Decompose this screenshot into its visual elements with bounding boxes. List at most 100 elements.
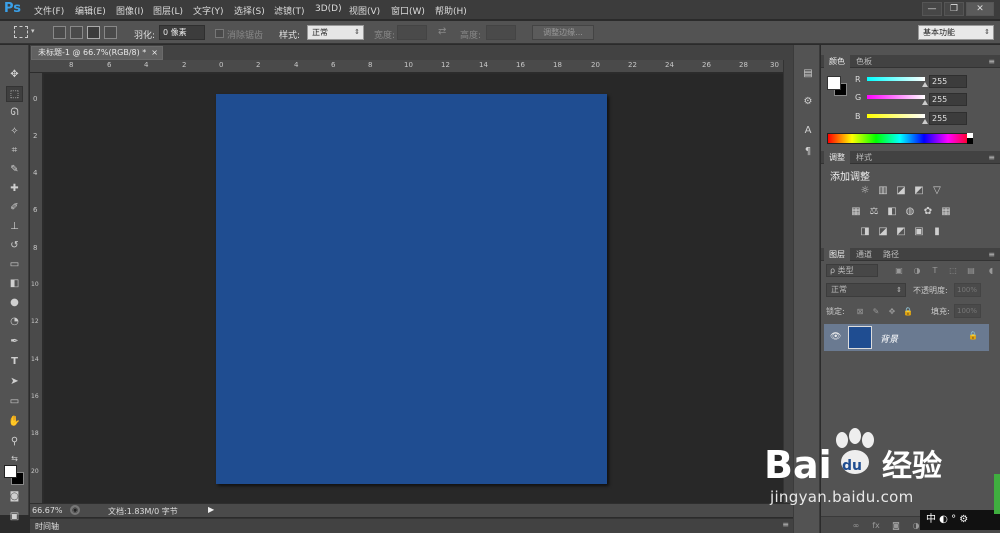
- eraser-tool-icon[interactable]: ▭: [6, 257, 23, 273]
- blue-slider[interactable]: [867, 114, 925, 118]
- blue-value-input[interactable]: 255: [929, 112, 967, 125]
- invert-icon[interactable]: ◨: [859, 226, 871, 238]
- panel-menu-icon[interactable]: ≡: [983, 55, 1000, 68]
- layer-row-background[interactable]: 👁 背景 🔒: [824, 324, 989, 351]
- marquee-tool-icon[interactable]: ⬚: [6, 86, 23, 102]
- red-value-input[interactable]: 255: [929, 75, 967, 88]
- curves-icon[interactable]: ◪: [895, 185, 907, 197]
- link-layers-icon[interactable]: ∞: [851, 521, 861, 531]
- width-input[interactable]: [397, 25, 427, 40]
- layer-name[interactable]: 背景: [880, 332, 898, 345]
- history-panel-icon[interactable]: ▤: [801, 67, 815, 81]
- color-lookup-icon[interactable]: ▦: [940, 206, 952, 218]
- red-slider-knob[interactable]: [922, 82, 928, 87]
- tab-layers[interactable]: 图层: [824, 248, 850, 261]
- menu-3d[interactable]: 3D(D): [315, 4, 342, 14]
- spectrum-black-chip[interactable]: [967, 138, 973, 144]
- channel-mixer-icon[interactable]: ✿: [922, 206, 934, 218]
- style-select[interactable]: 正常 ⇕: [307, 25, 364, 40]
- green-value-input[interactable]: 255: [929, 93, 967, 106]
- feather-input[interactable]: 0 像素: [159, 25, 205, 40]
- properties-panel-icon[interactable]: ⚙: [801, 95, 815, 109]
- blue-slider-knob[interactable]: [922, 119, 928, 124]
- threshold-icon[interactable]: ◩: [895, 226, 907, 238]
- filter-type-icon[interactable]: T: [930, 266, 940, 276]
- tool-preset-arrow-icon[interactable]: ▾: [31, 27, 35, 35]
- panel-menu-icon[interactable]: ≡: [983, 248, 1000, 261]
- lock-transparent-icon[interactable]: ⊠: [855, 307, 865, 317]
- ime-status-bar[interactable]: 中 ◐ ° ⚙: [920, 510, 1000, 530]
- layer-style-icon[interactable]: fx: [871, 521, 881, 531]
- filter-shape-icon[interactable]: ⬚: [948, 266, 958, 276]
- menu-file[interactable]: 文件(F): [34, 4, 64, 17]
- dodge-tool-icon[interactable]: ◔: [6, 314, 23, 330]
- visibility-eye-icon[interactable]: 👁: [830, 332, 841, 342]
- brush-tool-icon[interactable]: ✐: [6, 200, 23, 216]
- lock-position-icon[interactable]: ✥: [887, 307, 897, 317]
- quick-mask-icon[interactable]: ◙: [6, 489, 23, 505]
- tab-channels[interactable]: 通道: [851, 248, 877, 261]
- menu-type[interactable]: 文字(Y): [193, 4, 224, 17]
- menu-view[interactable]: 视图(V): [349, 4, 380, 17]
- magic-wand-tool-icon[interactable]: ✧: [6, 124, 23, 140]
- lock-all-icon[interactable]: 🔒: [903, 307, 913, 317]
- healing-brush-tool-icon[interactable]: ✚: [6, 181, 23, 197]
- marquee-tool-icon[interactable]: [14, 26, 28, 38]
- refine-edge-button[interactable]: 调整边缘...: [532, 25, 594, 40]
- tab-paths[interactable]: 路径: [878, 248, 904, 261]
- levels-icon[interactable]: ▥: [877, 185, 889, 197]
- black-white-icon[interactable]: ◧: [886, 206, 898, 218]
- restore-button[interactable]: ❐: [944, 2, 964, 16]
- red-slider[interactable]: [867, 77, 925, 81]
- pen-tool-icon[interactable]: ✒: [6, 334, 23, 350]
- color-balance-icon[interactable]: ⚖: [868, 206, 880, 218]
- menu-window[interactable]: 窗口(W): [391, 4, 425, 17]
- close-button[interactable]: ✕: [966, 2, 994, 16]
- document-canvas[interactable]: [216, 94, 607, 484]
- filter-toggle-icon[interactable]: ◖: [986, 266, 996, 276]
- screen-mode-icon[interactable]: ▣: [6, 509, 23, 525]
- menu-select[interactable]: 选择(S): [234, 4, 265, 17]
- new-selection-icon[interactable]: [53, 26, 66, 39]
- filter-smart-icon[interactable]: ▤: [966, 266, 976, 276]
- gradient-map-icon[interactable]: ▮: [931, 226, 943, 238]
- character-panel-icon[interactable]: A: [801, 124, 815, 138]
- panel-menu-icon[interactable]: ≡: [983, 151, 1000, 164]
- side-green-tab[interactable]: [994, 474, 1000, 514]
- tab-adjustments[interactable]: 调整: [824, 151, 850, 164]
- rectangle-tool-icon[interactable]: ▭: [6, 394, 23, 410]
- minimize-button[interactable]: —: [922, 2, 942, 16]
- hand-tool-icon[interactable]: ✋: [6, 414, 23, 430]
- antialias-checkbox[interactable]: [215, 29, 224, 38]
- layer-filter-select[interactable]: ρ 类型: [826, 264, 878, 277]
- gradient-tool-icon[interactable]: ◧: [6, 276, 23, 292]
- path-selection-tool-icon[interactable]: ➤: [6, 374, 23, 390]
- fill-input[interactable]: 100%: [954, 304, 981, 318]
- workspace-select[interactable]: 基本功能 ⇕: [918, 25, 994, 40]
- foreground-color-chip[interactable]: [827, 76, 841, 90]
- swap-icon[interactable]: ⇄: [438, 26, 446, 37]
- blend-mode-select[interactable]: 正常 ⇕: [826, 283, 906, 297]
- type-tool-icon[interactable]: T: [6, 354, 23, 370]
- color-spectrum-ramp[interactable]: [827, 133, 973, 144]
- zoom-tool-icon[interactable]: ⚲: [6, 434, 23, 450]
- posterize-icon[interactable]: ◪: [877, 226, 889, 238]
- menu-filter[interactable]: 滤镜(T): [274, 4, 305, 17]
- filter-adjustment-icon[interactable]: ◑: [912, 266, 922, 276]
- lock-pixels-icon[interactable]: ✎: [871, 307, 881, 317]
- status-menu-arrow-icon[interactable]: ▶: [208, 505, 214, 514]
- zoom-level[interactable]: 66.67%: [32, 506, 63, 515]
- green-slider[interactable]: [867, 95, 925, 99]
- foreground-color-swatch[interactable]: [4, 465, 17, 478]
- filter-pixel-icon[interactable]: ▣: [894, 266, 904, 276]
- paragraph-panel-icon[interactable]: ¶: [801, 145, 815, 159]
- selective-color-icon[interactable]: ▣: [913, 226, 925, 238]
- crop-tool-icon[interactable]: ⌗: [6, 143, 23, 159]
- add-selection-icon[interactable]: [70, 26, 83, 39]
- tab-swatches[interactable]: 色板: [851, 55, 877, 68]
- tab-color[interactable]: 颜色: [824, 55, 850, 68]
- timeline-panel-bar[interactable]: 时间轴 ≡: [30, 518, 793, 533]
- tab-styles[interactable]: 样式: [851, 151, 877, 164]
- move-tool-icon[interactable]: ✥: [6, 67, 23, 83]
- menu-layer[interactable]: 图层(L): [153, 4, 183, 17]
